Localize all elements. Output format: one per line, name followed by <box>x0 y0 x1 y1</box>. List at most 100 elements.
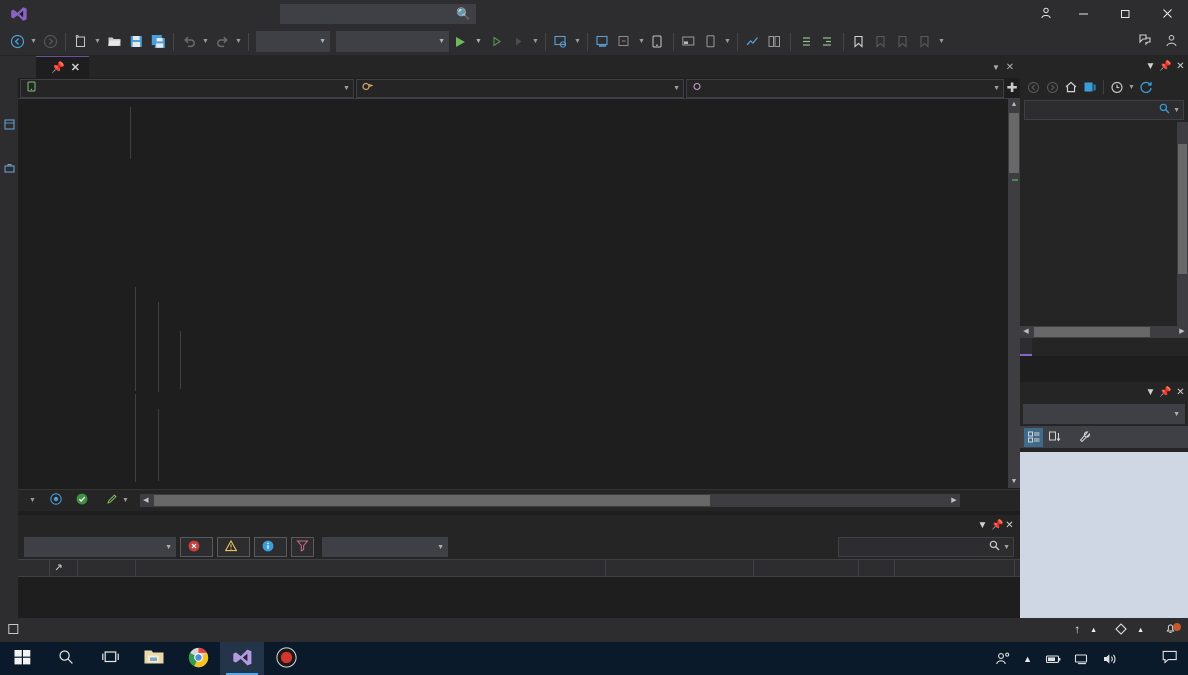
close-button[interactable] <box>1146 0 1188 28</box>
solution-explorer-search[interactable]: ▼ <box>1024 100 1184 120</box>
navbar-member-combo[interactable]: ▼ <box>686 78 1005 98</box>
column-description[interactable] <box>136 559 606 577</box>
navigate-back-dropdown[interactable]: ▼ <box>28 31 39 53</box>
code-analysis-status[interactable] <box>69 493 99 508</box>
home-button[interactable] <box>1062 78 1080 96</box>
close-icon[interactable]: ✕ <box>71 61 80 74</box>
menu-extensions[interactable] <box>212 10 230 18</box>
document-tab-mainactivity-cs[interactable]: 📌 ✕ <box>36 56 89 78</box>
live-share-button[interactable] <box>1138 33 1165 50</box>
save-all-button[interactable] <box>147 31 169 53</box>
show-hidden-icons-button[interactable]: ▲ <box>1017 654 1038 664</box>
sign-in-button[interactable] <box>1025 7 1062 22</box>
hot-reload-button[interactable] <box>614 31 636 53</box>
live-share-account-button[interactable] <box>1165 34 1188 50</box>
editor-pen-control[interactable]: ▼ <box>99 493 136 508</box>
forward-button[interactable] <box>1043 78 1061 96</box>
notifications-button[interactable] <box>1153 618 1188 642</box>
menu-file[interactable] <box>32 10 50 18</box>
pin-icon[interactable]: 📌 <box>990 520 1005 531</box>
select-repository-button[interactable]: ▲ <box>1106 618 1153 642</box>
column-line[interactable] <box>859 559 895 577</box>
menu-edit[interactable] <box>50 10 68 18</box>
menu-project[interactable] <box>104 10 122 18</box>
compare-button[interactable] <box>764 31 786 53</box>
scroll-right-icon[interactable]: ▶ <box>1176 326 1188 338</box>
scrollbar-thumb[interactable] <box>1178 144 1187 274</box>
scroll-left-icon[interactable]: ◀ <box>140 494 152 507</box>
column-file[interactable] <box>754 559 859 577</box>
solution-configuration-combo[interactable]: ▼ <box>256 31 330 52</box>
scroll-down-icon[interactable]: ▼ <box>1008 476 1020 488</box>
pin-icon[interactable]: 📌 <box>51 61 65 74</box>
history-dropdown[interactable]: ▼ <box>1127 78 1136 96</box>
solution-platform-combo[interactable]: ▼ <box>336 31 449 52</box>
error-scope-combo[interactable]: ▼ <box>24 537 176 557</box>
save-button[interactable] <box>125 31 147 53</box>
toggle-bookmark-button[interactable] <box>848 31 870 53</box>
close-icon[interactable]: ✕ <box>1173 387 1188 398</box>
start-without-debugging-button[interactable] <box>486 31 508 53</box>
scrollbar-thumb[interactable] <box>1034 327 1150 337</box>
solution-tree-hscrollbar[interactable]: ◀ ▶ <box>1020 326 1188 338</box>
toolbox-icon[interactable] <box>0 158 18 178</box>
column-sort-indicator[interactable] <box>50 559 78 577</box>
device-manager-button[interactable] <box>550 31 572 53</box>
restore-button[interactable] <box>1104 0 1146 28</box>
history-button[interactable] <box>1108 78 1126 96</box>
errors-toggle[interactable] <box>180 537 213 557</box>
column-code[interactable] <box>78 559 136 577</box>
taskbar-app-file-explorer[interactable] <box>132 642 176 675</box>
pin-icon[interactable]: 📌 <box>1158 61 1173 72</box>
start-debugging-button[interactable]: ▼ <box>452 31 486 53</box>
action-center-button[interactable] <box>1152 650 1188 667</box>
editor-vertical-scrollbar[interactable]: ▲ ▼ <box>1008 99 1020 488</box>
scroll-right-icon[interactable]: ▶ <box>948 494 960 507</box>
pin-icon[interactable]: 📌 <box>1158 387 1173 398</box>
chevron-down-icon[interactable]: ▼ <box>975 520 990 531</box>
android-sdk-button[interactable] <box>647 31 669 53</box>
people-icon[interactable] <box>989 651 1017 667</box>
android-device-manager-button[interactable] <box>592 31 614 53</box>
warnings-toggle[interactable] <box>217 537 250 557</box>
navbar-project-combo[interactable]: ▼ <box>20 78 354 98</box>
menu-test[interactable] <box>158 10 176 18</box>
menu-view[interactable] <box>68 10 86 18</box>
navigate-back-button[interactable] <box>6 31 28 53</box>
tab-git-changes[interactable] <box>1032 338 1044 356</box>
indent-increase-button[interactable] <box>795 31 817 53</box>
data-sources-icon[interactable] <box>0 114 18 134</box>
back-button[interactable] <box>1024 78 1042 96</box>
menu-window[interactable] <box>230 10 248 18</box>
volume-icon[interactable] <box>1096 652 1124 666</box>
column-suppression-state[interactable] <box>895 559 1015 577</box>
menu-git[interactable] <box>86 10 104 18</box>
alphabetical-view-button[interactable] <box>1045 428 1064 447</box>
previous-bookmark-button[interactable] <box>870 31 892 53</box>
device-preview-button[interactable] <box>700 31 722 53</box>
indent-decrease-button[interactable] <box>817 31 839 53</box>
tab-list-dropdown-icon[interactable]: ▼ <box>989 63 1003 72</box>
solution-tree-vscrollbar[interactable] <box>1177 122 1188 326</box>
menu-debug[interactable] <box>140 10 158 18</box>
chevron-down-icon[interactable]: ▼ <box>1000 544 1010 551</box>
chevron-down-icon[interactable]: ▼ <box>1170 107 1180 114</box>
taskbar-app-recorder[interactable] <box>264 642 308 675</box>
start-button[interactable] <box>0 642 44 675</box>
profiler-button[interactable] <box>742 31 764 53</box>
chevron-down-icon[interactable]: ▼ <box>1143 387 1158 398</box>
properties-button[interactable] <box>1075 428 1094 447</box>
column-blank[interactable] <box>18 559 50 577</box>
navbar-type-combo[interactable]: ▼ <box>355 78 685 98</box>
split-view-icon[interactable]: ✚ <box>1004 80 1020 96</box>
redo-button[interactable] <box>211 31 233 53</box>
properties-object-combo[interactable]: ▼ <box>1023 404 1185 424</box>
scroll-up-icon[interactable]: ▲ <box>1008 99 1020 111</box>
device-dropdown[interactable]: ▼ <box>572 31 583 53</box>
menu-analyze[interactable] <box>176 10 194 18</box>
pending-changes-button[interactable] <box>1081 78 1099 96</box>
close-icon[interactable]: ✕ <box>1005 520 1020 531</box>
undo-button[interactable] <box>178 31 200 53</box>
open-file-button[interactable] <box>103 31 125 53</box>
code-editor-surface[interactable]: ▲ ▼ <box>18 99 1020 488</box>
